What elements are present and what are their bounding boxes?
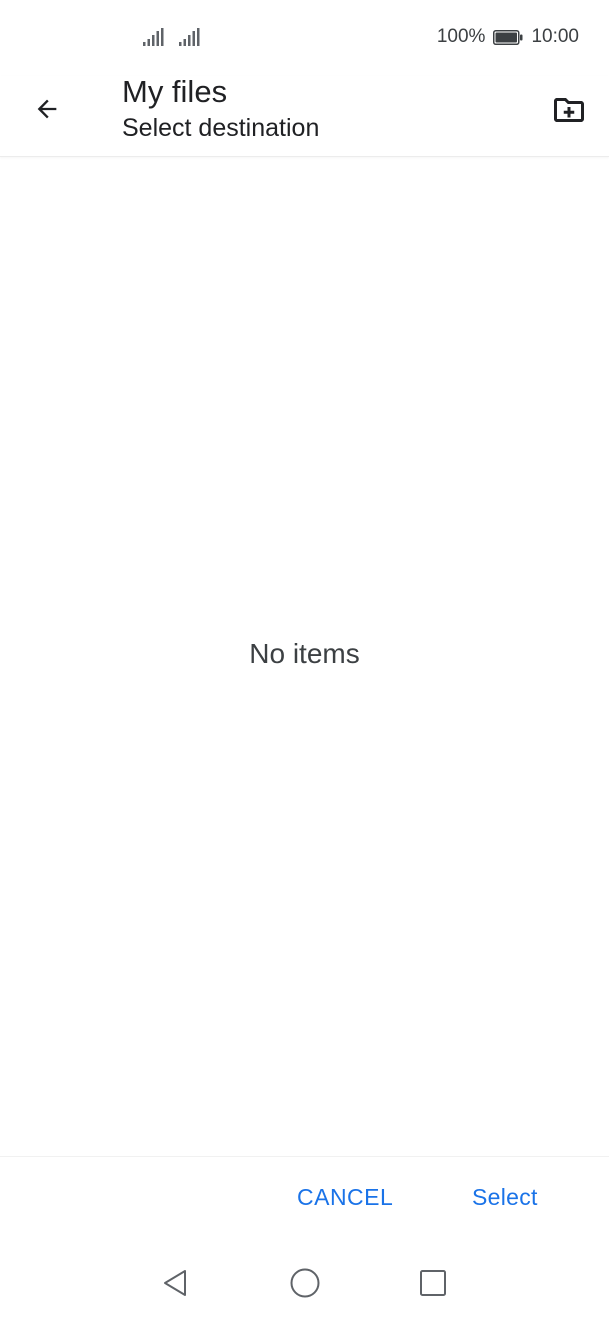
battery-icon [493, 29, 523, 45]
system-nav-bar [0, 1246, 609, 1320]
nav-recents-button[interactable] [416, 1266, 450, 1300]
arrow-left-icon [37, 99, 57, 119]
action-divider [0, 1156, 609, 1157]
status-right: 100% 10:00 [437, 26, 579, 48]
empty-state-message: No items [249, 638, 360, 669]
nav-back-button[interactable] [158, 1266, 192, 1300]
signal-icon [143, 28, 164, 46]
square-recents-icon [420, 1270, 446, 1296]
page-title: My files [122, 74, 228, 109]
page-subtitle: Select destination [122, 114, 320, 142]
back-button[interactable] [28, 90, 66, 128]
signal-icon [179, 28, 200, 46]
nav-home-button[interactable] [288, 1266, 322, 1300]
circle-home-icon [290, 1268, 320, 1298]
status-bar: 100% 10:00 [0, 0, 609, 76]
cancel-button[interactable]: CANCEL [297, 1184, 393, 1211]
clock: 10:00 [531, 26, 579, 47]
new-folder-button[interactable] [549, 90, 589, 130]
app-bar: My files Select destination [0, 74, 609, 157]
select-button[interactable]: Select [472, 1184, 538, 1211]
new-folder-icon [554, 98, 584, 122]
triangle-back-icon [164, 1270, 186, 1296]
battery-percent: 100% [436, 26, 486, 47]
